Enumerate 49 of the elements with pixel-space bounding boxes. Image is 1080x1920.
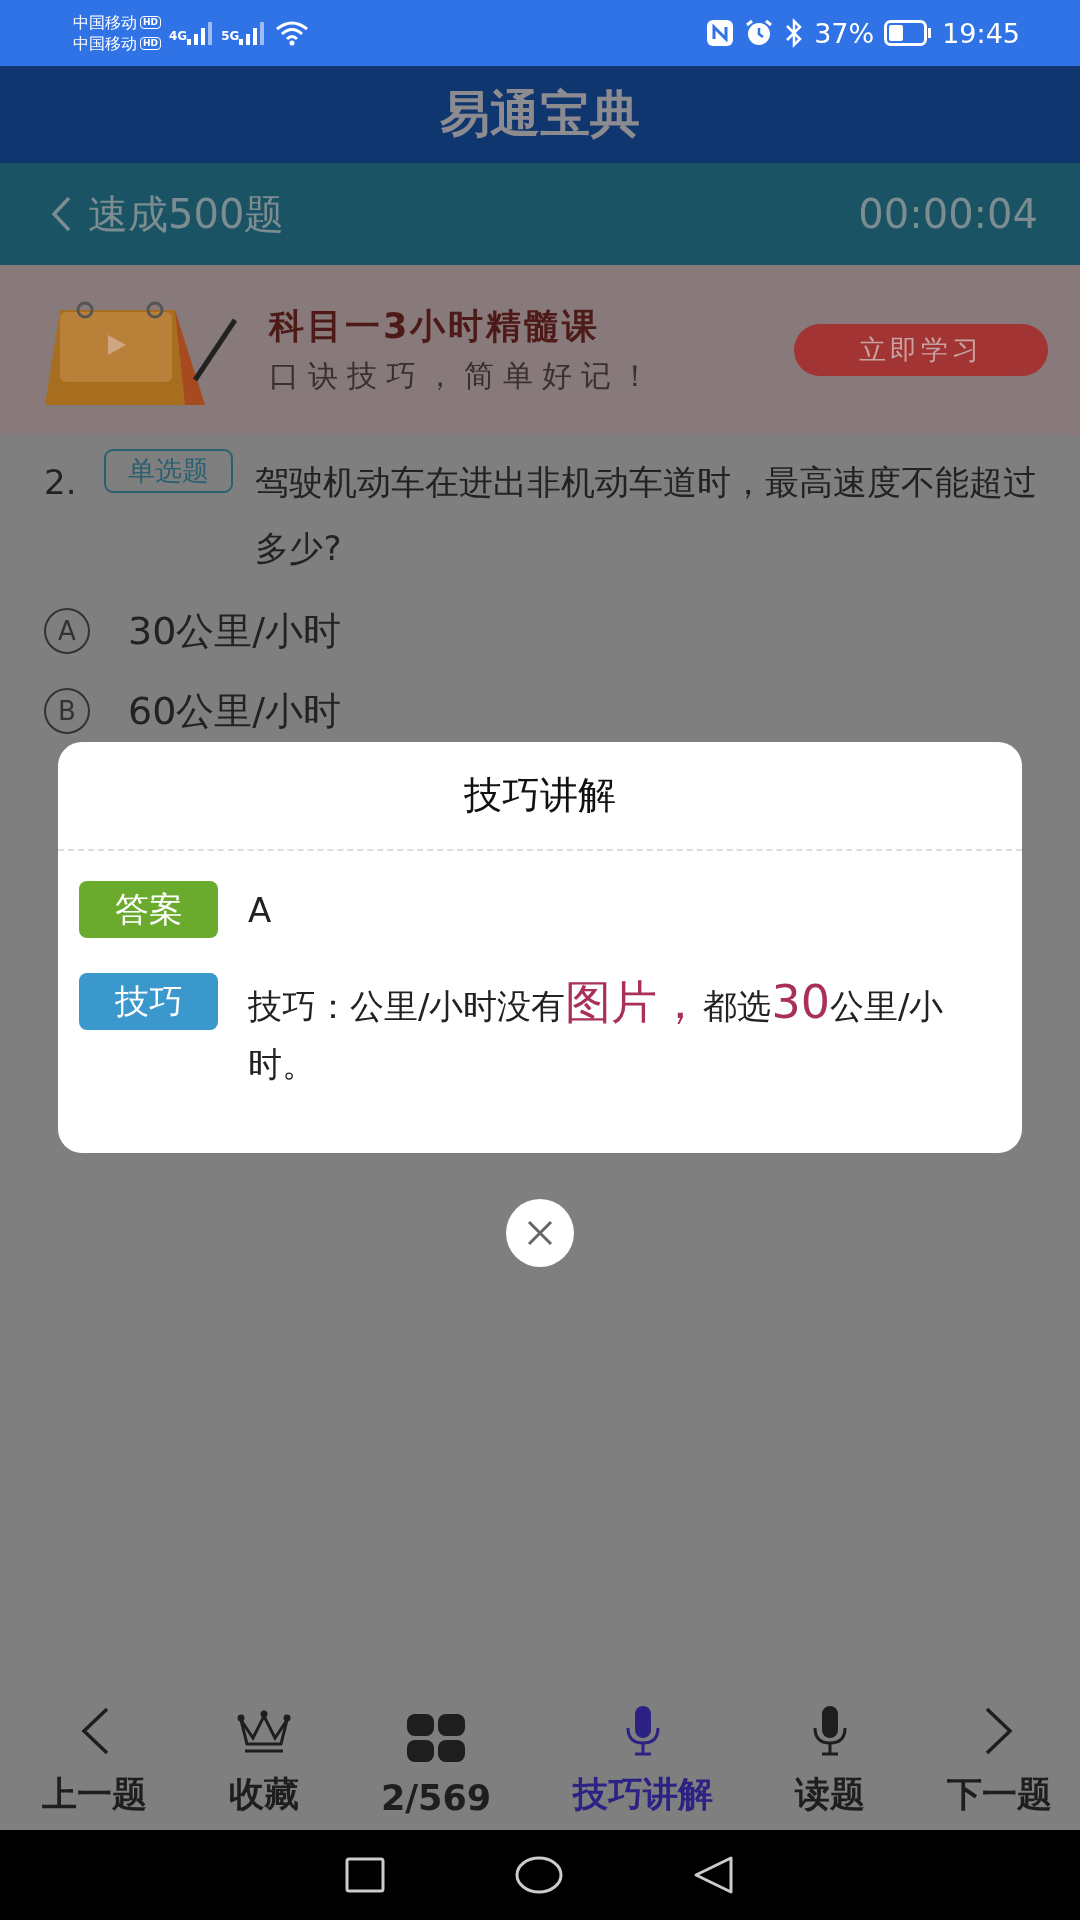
carrier-name: 中国移动 xyxy=(73,33,137,54)
nav-tab[interactable]: 读题 xyxy=(795,1690,865,1830)
signal-icon xyxy=(187,21,214,45)
option-text[interactable]: 60公里/小时 xyxy=(128,685,342,737)
app-title: 易通宝典 xyxy=(440,84,640,145)
back-nav-button[interactable] xyxy=(693,1855,735,1895)
label-tag: 答案 xyxy=(79,881,218,938)
forward-icon xyxy=(984,1706,1015,1756)
nav-tab[interactable]: 收藏 xyxy=(228,1690,299,1830)
triangle-icon xyxy=(693,1855,735,1895)
recent-apps-button[interactable] xyxy=(345,1857,385,1893)
option-text[interactable]: 30公里/小时 xyxy=(128,605,342,657)
wifi-icon xyxy=(275,20,310,46)
battery-percent: 37% xyxy=(814,17,875,49)
signal-icon xyxy=(239,21,266,45)
carrier-name: 中国移动 xyxy=(73,12,137,33)
banner-subtitle: 口诀技巧，简单好记！ xyxy=(269,357,660,395)
nfc-icon xyxy=(706,19,735,47)
tip-text: 技巧：公里/小时没有图片，都选30公里/小时。 xyxy=(248,974,945,1086)
grid-icon xyxy=(407,1714,465,1762)
circle-icon xyxy=(515,1856,563,1894)
nav-tab[interactable]: 2/569 xyxy=(380,1690,492,1830)
question-body: 驾驶机动车在进出非机动车道时，最高速度不能超过多少? xyxy=(255,461,1039,570)
question-number: 2. xyxy=(44,461,77,504)
option-letter[interactable]: A xyxy=(44,608,90,654)
battery-icon xyxy=(884,20,933,46)
nav-tab[interactable]: 下一题 xyxy=(946,1690,1052,1830)
back-icon xyxy=(79,1706,110,1756)
quiz-timer: 00:00:04 xyxy=(858,191,1038,237)
network-type: 5G xyxy=(221,29,240,43)
hd-badge: HD xyxy=(140,16,161,29)
close-icon xyxy=(527,1220,553,1246)
option-letter[interactable]: B xyxy=(44,688,90,734)
answer-text: A xyxy=(248,889,272,932)
network-type: 4G xyxy=(169,29,188,43)
label-tag: 技巧 xyxy=(79,973,218,1030)
question-type-tag: 单选题 xyxy=(104,449,234,493)
home-button[interactable] xyxy=(515,1856,563,1894)
dialog-title: 技巧讲解 xyxy=(58,742,1022,851)
banner-title: 科目一3小时精髓课 xyxy=(269,305,602,348)
clock-time: 19:45 xyxy=(942,17,1020,49)
nav-tab[interactable]: 技巧讲解 xyxy=(573,1690,714,1830)
alarm-icon xyxy=(744,18,775,48)
back-button[interactable]: 速成500题 xyxy=(50,186,285,242)
back-icon xyxy=(50,195,72,233)
learn-now-button[interactable]: 立即学习 xyxy=(794,324,1048,376)
hd-badge: HD xyxy=(140,37,161,50)
nav-tab[interactable]: 上一题 xyxy=(42,1690,147,1830)
square-icon xyxy=(345,1857,385,1893)
